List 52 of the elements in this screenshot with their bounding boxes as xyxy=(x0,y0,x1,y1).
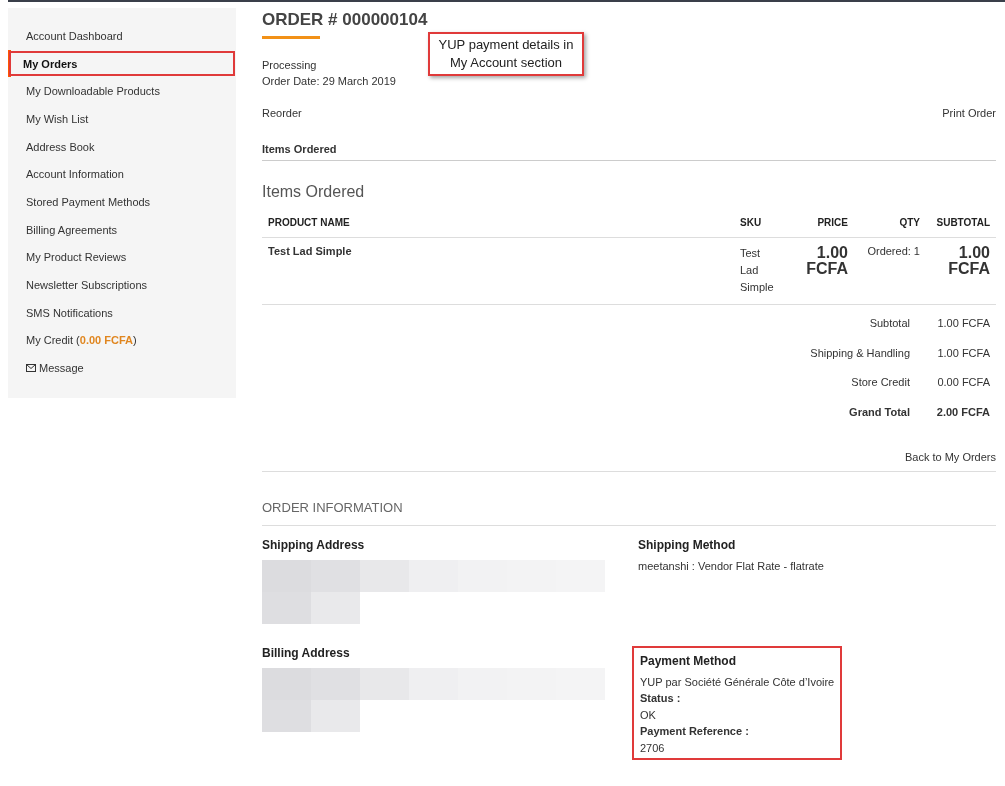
payment-field-value: YUP par Société Générale Côte d’Ivoire xyxy=(640,674,835,690)
total-label: Subtotal xyxy=(869,317,910,331)
payment-field-value: 2706 xyxy=(640,740,666,756)
payment-field-label: Status : xyxy=(640,691,682,706)
product-name-cell: Test Lad Simple xyxy=(262,237,734,305)
print-order-link[interactable]: Print Order xyxy=(942,107,996,119)
total-label: Grand Total xyxy=(849,405,910,420)
sidebar-link[interactable]: My Downloadable Products xyxy=(8,77,236,106)
total-value: 1.00 FCFA xyxy=(936,346,990,361)
shipping-method-text: meetanshi : Vendor Flat Rate - flatrate xyxy=(638,560,825,572)
section-title: Items Ordered xyxy=(262,183,366,201)
payment-field-value: OK xyxy=(640,707,657,723)
total-label: Shipping & Handling xyxy=(810,346,910,361)
sidebar-link[interactable]: My Product Reviews xyxy=(8,243,236,272)
price-cell: 1.00 FCFA xyxy=(786,237,854,305)
sku-cell: Test Lad Simple xyxy=(734,237,786,305)
column-header: SKU xyxy=(734,213,786,238)
sidebar-link[interactable]: My Orders xyxy=(8,49,236,78)
column-header: SUBTOTAL xyxy=(926,213,996,238)
order-title: ORDER # 000000104 xyxy=(262,9,428,31)
payment-method-heading: Payment Method xyxy=(640,653,737,670)
total-label: Store Credit xyxy=(851,376,910,390)
sidebar-link[interactable]: SMS Notifications xyxy=(8,298,236,327)
sidebar-link[interactable]: My Wish List xyxy=(8,105,236,133)
sidebar-link[interactable]: Message xyxy=(8,354,236,382)
column-header: QTY xyxy=(854,213,926,238)
billing-address-heading: Billing Address xyxy=(262,646,351,660)
total-value: 2.00 FCFA xyxy=(935,405,990,420)
total-value: 1.00 FCFA xyxy=(936,317,990,331)
column-header: PRODUCT NAME xyxy=(262,213,734,238)
sidebar-link[interactable]: My Credit (0.00 FCFA) xyxy=(8,326,236,355)
order-date: Order Date: 29 March 2019 xyxy=(262,74,396,89)
sidebar-link[interactable]: Account Dashboard xyxy=(8,22,236,50)
shipping-method-heading: Shipping Method xyxy=(638,538,737,552)
sidebar-link[interactable]: Newsletter Subscriptions xyxy=(8,271,236,299)
shipping-address-heading: Shipping Address xyxy=(262,538,366,552)
qty-cell: Ordered: 1 xyxy=(854,237,926,305)
sidebar-link[interactable]: Address Book xyxy=(8,132,236,161)
items-ordered-tab[interactable]: Items Ordered xyxy=(262,143,996,161)
subtotal-cell: 1.00 FCFA xyxy=(926,237,996,305)
sidebar-link[interactable]: Stored Payment Methods xyxy=(8,188,236,216)
section-title: ORDER INFORMATION xyxy=(262,500,996,526)
payment-field-label: Payment Reference : xyxy=(640,724,750,739)
envelope-icon xyxy=(26,364,36,373)
order-status: Processing xyxy=(262,58,317,73)
sidebar-link[interactable]: Account Information xyxy=(8,160,236,189)
back-to-orders-link[interactable]: Back to My Orders xyxy=(904,451,996,463)
reorder-link[interactable]: Reorder xyxy=(262,107,302,119)
annotation-callout: YUP payment details in My Account section xyxy=(428,32,584,76)
sidebar-link[interactable]: Billing Agreements xyxy=(8,215,236,244)
column-header: PRICE xyxy=(786,213,854,238)
total-value: 0.00 FCFA xyxy=(936,376,990,390)
